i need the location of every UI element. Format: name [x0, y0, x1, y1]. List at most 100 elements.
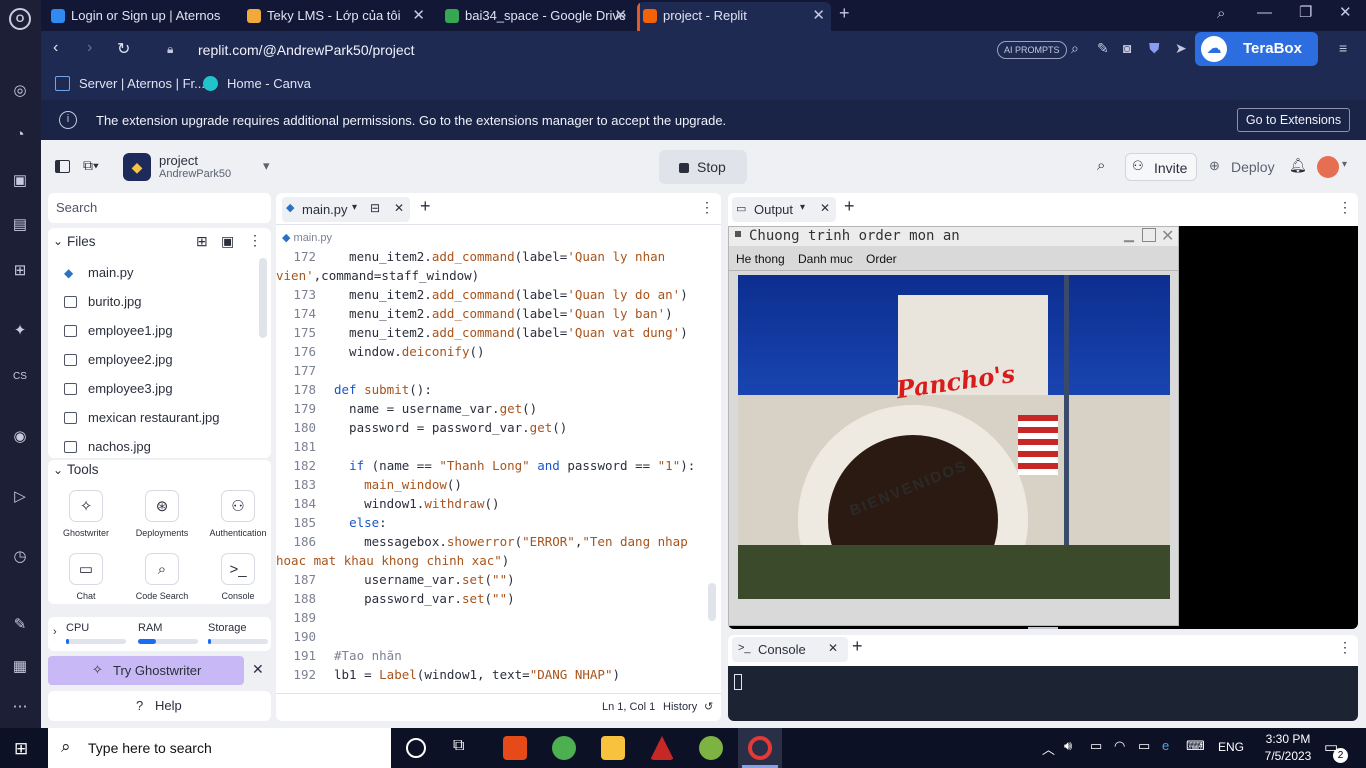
twitch-icon[interactable]: ▤: [9, 214, 31, 236]
chrome-icon[interactable]: [552, 736, 576, 760]
more-options-icon[interactable]: ⋮: [1338, 199, 1352, 216]
history-icon[interactable]: ↺: [704, 700, 713, 713]
file-item[interactable]: burito.jpg: [56, 289, 261, 315]
speed-dial-icon[interactable]: ◔: [9, 124, 31, 146]
volume-icon[interactable]: 🔊︎: [1064, 738, 1072, 754]
battery-icon[interactable]: ▭: [1138, 738, 1150, 754]
menu-icon[interactable]: ≡: [1339, 40, 1347, 56]
sidebar-toggle-icon[interactable]: [55, 160, 70, 173]
close-icon[interactable]: ✕: [820, 201, 830, 215]
code-line[interactable]: def submit():: [334, 382, 432, 397]
chevron-down-icon[interactable]: ▾: [352, 202, 357, 213]
code-line[interactable]: password_var.set(""): [334, 591, 515, 606]
more-options-icon[interactable]: ⋮: [1338, 639, 1352, 656]
close-icon[interactable]: ✕: [614, 2, 627, 29]
new-folder-icon[interactable]: ▣: [221, 233, 234, 250]
clock[interactable]: 3:30 PM 7/5/2023: [1258, 731, 1318, 765]
cs-icon[interactable]: CS: [9, 366, 31, 388]
chevron-down-icon[interactable]: ⌄: [53, 463, 63, 477]
player-icon[interactable]: ▷: [9, 486, 31, 508]
stop-button[interactable]: Stop: [659, 150, 747, 184]
code-line[interactable]: menu_item2.add_command(label='Quan vat d…: [334, 325, 688, 340]
tab-main-py[interactable]: ◆ main.py ▾ ⊟ ✕: [282, 197, 410, 222]
code-area[interactable]: 172 menu_item2.add_command(label='Quan l…: [276, 249, 721, 689]
tab-aternos[interactable]: Login or Sign up | Aternos: [45, 2, 235, 31]
tool-console[interactable]: >_ Console: [203, 553, 273, 601]
file-item[interactable]: employee3.jpg: [56, 376, 261, 402]
office-icon[interactable]: [503, 736, 527, 760]
windows-start-icon[interactable]: ⊞: [14, 739, 28, 759]
tool-code-search[interactable]: ⌕ Code Search: [127, 553, 197, 601]
add-tab-icon[interactable]: +: [844, 196, 855, 217]
reload-icon[interactable]: ↻: [117, 39, 130, 59]
more-options-icon[interactable]: ⋮: [248, 232, 262, 249]
code-line[interactable]: window.deiconify(): [334, 344, 484, 359]
tab-google-drive[interactable]: bai34_space - Google Drive ✕: [439, 2, 633, 31]
close-icon[interactable]: ✕: [252, 661, 264, 678]
code-line[interactable]: messagebox.showerror("ERROR","Ten dang n…: [334, 534, 688, 549]
menu-he-thong[interactable]: He thong: [736, 252, 785, 266]
cursor-position[interactable]: Ln 1, Col 1: [602, 701, 655, 713]
tool-authentication[interactable]: ⚇ Authentication: [203, 490, 273, 538]
add-tab-icon[interactable]: +: [420, 196, 431, 217]
breadcrumb-file[interactable]: main.py: [294, 232, 333, 244]
search-input[interactable]: Search: [48, 193, 271, 223]
minimize-icon[interactable]: —: [1257, 4, 1272, 21]
minimize-icon[interactable]: ▁: [1124, 227, 1134, 243]
vpn-shield-icon[interactable]: ⛊: [1149, 40, 1160, 57]
code-line[interactable]: menu_item2.add_command(label='Quan ly nh…: [334, 249, 665, 264]
close-icon[interactable]: ✕: [394, 201, 404, 215]
add-tab-icon[interactable]: +: [852, 636, 863, 657]
search-tabs-icon[interactable]: ⌕: [1217, 5, 1225, 22]
deploy-button[interactable]: ⊕ Deploy: [1203, 153, 1279, 181]
chevron-down-icon[interactable]: ▾: [800, 202, 805, 213]
code-line[interactable]: main_window(): [334, 477, 462, 492]
back-icon[interactable]: ‹: [53, 39, 58, 57]
app-icon[interactable]: [650, 736, 674, 760]
file-item[interactable]: nachos.jpg: [56, 434, 261, 458]
file-item[interactable]: employee1.jpg: [56, 318, 261, 344]
replit-logo-icon[interactable]: ⧉▾: [83, 157, 99, 174]
gamepad-icon[interactable]: ◎: [9, 80, 31, 102]
code-line[interactable]: #Tao nhãn: [334, 648, 402, 663]
scrollbar[interactable]: [708, 583, 716, 621]
more-options-icon[interactable]: ⋮: [700, 199, 714, 216]
usb-icon[interactable]: ▭: [1090, 738, 1102, 754]
camera-icon[interactable]: ◙: [1123, 40, 1131, 56]
chevron-up-icon[interactable]: ︿: [1042, 739, 1055, 758]
tool-ghostwriter[interactable]: ✧ Ghostwriter: [51, 490, 121, 538]
code-line[interactable]: password = password_var.get(): [334, 420, 567, 435]
file-item[interactable]: employee2.jpg: [56, 347, 261, 373]
project-name[interactable]: project: [159, 153, 198, 168]
pin-icon[interactable]: ✎: [9, 614, 31, 636]
close-icon[interactable]: ✕: [812, 2, 825, 29]
code-line[interactable]: username_var.set(""): [334, 572, 515, 587]
edit-icon[interactable]: ✎: [1097, 40, 1109, 57]
console-output[interactable]: [728, 666, 1358, 721]
code-line[interactable]: else:: [334, 515, 387, 530]
search-icon[interactable]: ⌕: [1097, 157, 1105, 174]
code-line[interactable]: hoac mat khau khong chinh xac"): [276, 553, 509, 568]
tool-chat[interactable]: ▭ Chat: [51, 553, 121, 601]
code-line[interactable]: vien',command=staff_window): [276, 268, 479, 283]
new-tab-icon[interactable]: +: [839, 3, 850, 24]
file-explorer-icon[interactable]: [601, 736, 625, 760]
task-view-icon[interactable]: ⧉: [453, 737, 464, 755]
restore-icon[interactable]: ❐: [1299, 3, 1312, 21]
try-ghostwriter-button[interactable]: ✧ Try Ghostwriter: [48, 656, 244, 685]
chevron-down-icon[interactable]: ▾: [263, 158, 270, 174]
tab-teky[interactable]: Teky LMS - Lớp của tôi ✕: [241, 2, 431, 31]
invite-button[interactable]: ⚇ Invite: [1125, 153, 1197, 181]
history-label[interactable]: History: [663, 701, 697, 713]
send-icon[interactable]: ➤: [1175, 40, 1187, 57]
tk-window[interactable]: Chuong trinh order mon an ▁ ✕ He thong D…: [728, 226, 1179, 626]
project-owner[interactable]: AndrewPark50: [159, 168, 231, 180]
bell-icon[interactable]: 🔔︎: [1289, 157, 1307, 174]
code-line[interactable]: menu_item2.add_command(label='Quan ly do…: [334, 287, 688, 302]
terabox-extension-button[interactable]: ☁ TeraBox: [1195, 32, 1318, 66]
new-file-icon[interactable]: ⊞: [196, 233, 208, 250]
bookmark-aternos[interactable]: Server | Aternos | Fr...: [55, 76, 205, 91]
ie-icon[interactable]: e: [1162, 738, 1169, 753]
opera-logo-icon[interactable]: O: [9, 8, 31, 30]
menu-danh-muc[interactable]: Danh muc: [798, 252, 853, 266]
